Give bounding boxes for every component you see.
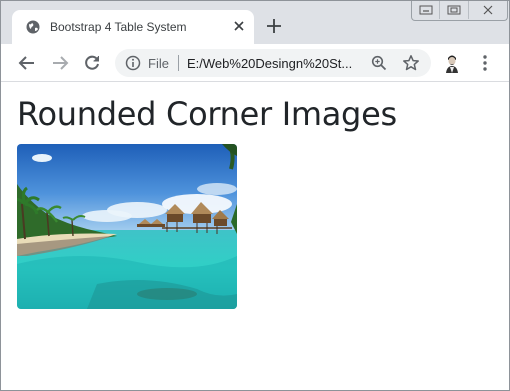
minimize-icon[interactable]	[412, 1, 441, 19]
restore-icon[interactable]	[440, 1, 469, 19]
browser-toolbar: File E:/Web%20Desingn%20St...	[1, 44, 509, 82]
star-icon[interactable]	[402, 54, 420, 72]
tab-strip: Bootstrap 4 Table System	[1, 1, 509, 44]
tab-title: Bootstrap 4 Table System	[50, 20, 187, 34]
browser-window: Bootstrap 4 Table System File E:/Web%20D…	[0, 0, 510, 391]
close-icon[interactable]	[469, 1, 507, 19]
new-tab-icon[interactable]	[264, 16, 284, 36]
zoom-icon[interactable]	[371, 55, 387, 71]
window-controls	[411, 1, 508, 21]
rounded-beach-image	[17, 144, 237, 309]
kebab-menu-icon[interactable]	[475, 53, 495, 73]
scheme-label: File	[148, 56, 169, 71]
page-content: Rounded Corner Images	[1, 83, 509, 390]
url-text[interactable]: E:/Web%20Desingn%20St...	[187, 56, 352, 71]
reload-icon[interactable]	[81, 52, 103, 74]
address-separator	[178, 55, 179, 71]
forward-arrow-icon[interactable]	[49, 52, 71, 74]
tab-close-icon[interactable]	[231, 18, 247, 34]
avatar[interactable]	[441, 52, 463, 74]
back-arrow-icon[interactable]	[16, 52, 38, 74]
browser-tab[interactable]: Bootstrap 4 Table System	[12, 10, 254, 44]
globe-icon	[26, 20, 40, 34]
info-icon[interactable]	[125, 55, 141, 71]
address-bar[interactable]: File E:/Web%20Desingn%20St...	[115, 49, 431, 77]
page-heading: Rounded Corner Images	[17, 95, 397, 133]
